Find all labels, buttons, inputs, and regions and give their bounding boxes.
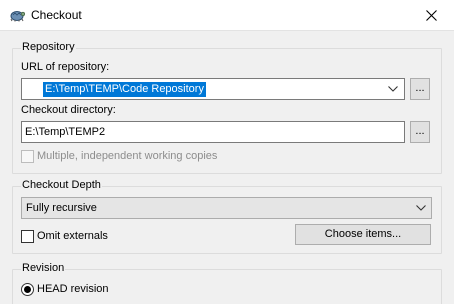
chevron-down-icon (388, 86, 398, 92)
checkout-directory-label: Checkout directory: (21, 104, 116, 116)
url-value: E:\Temp\TEMP\Code Repository (43, 82, 206, 97)
head-revision-label: HEAD revision (37, 283, 109, 295)
chevron-down-icon (416, 205, 426, 211)
radio-selected-dot (24, 286, 31, 293)
repository-group: Repository URL of repository: E:\Temp\TE… (12, 41, 442, 174)
multiple-copies-label: Multiple, independent working copies (37, 150, 218, 162)
url-combobox[interactable]: E:\Temp\TEMP\Code Repository (21, 78, 405, 100)
repository-group-label: Repository (21, 41, 76, 53)
close-button[interactable] (408, 0, 454, 31)
head-revision-radio[interactable] (21, 283, 34, 296)
revision-group: Revision HEAD revision (12, 262, 442, 304)
revision-group-label: Revision (21, 262, 66, 274)
close-icon (425, 10, 437, 21)
checkout-depth-select[interactable]: Fully recursive (21, 197, 432, 219)
url-label: URL of repository: (21, 61, 110, 73)
checkout-depth-value: Fully recursive (26, 202, 97, 214)
window-title: Checkout (31, 8, 82, 22)
title-bar: Checkout (0, 0, 454, 31)
tortoise-svn-icon (10, 11, 25, 22)
omit-externals-label: Omit externals (37, 230, 108, 242)
checkout-depth-group-label: Checkout Depth (21, 179, 102, 191)
checkout-depth-group: Checkout Depth Fully recursive Omit exte… (12, 179, 442, 254)
omit-externals-checkbox[interactable] (21, 230, 34, 243)
checkout-directory-browse-button[interactable]: ... (410, 121, 430, 143)
url-browse-button[interactable]: ... (410, 78, 430, 100)
multiple-copies-checkbox[interactable] (21, 150, 34, 163)
choose-items-button[interactable]: Choose items... (295, 224, 431, 245)
checkout-directory-input[interactable]: E:\Temp\TEMP2 (21, 121, 405, 143)
